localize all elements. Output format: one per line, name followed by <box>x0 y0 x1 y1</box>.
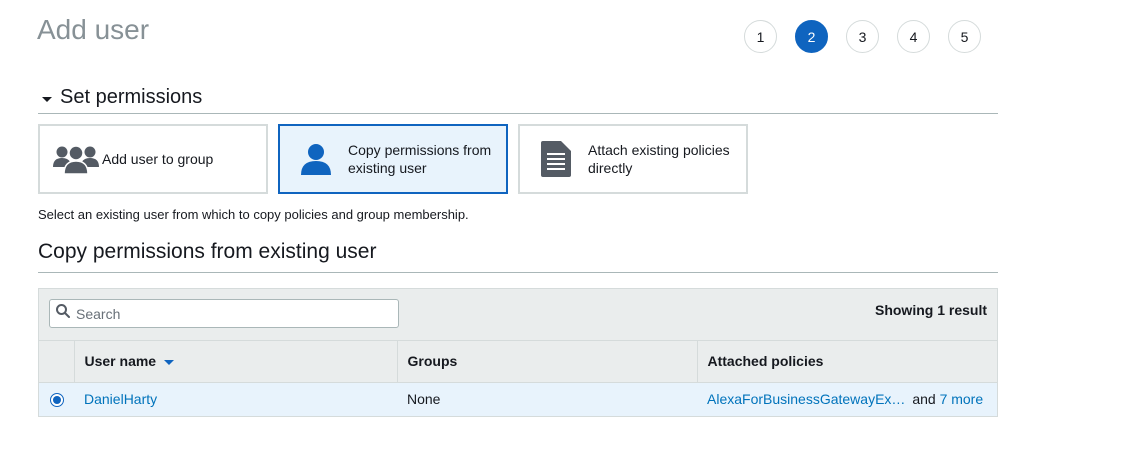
step-1[interactable]: 1 <box>744 20 777 53</box>
helper-text: Select an existing user from which to co… <box>38 207 469 222</box>
result-count: Showing 1 result <box>874 302 987 318</box>
user-name-cell: DanielHarty <box>74 382 397 416</box>
caret-down-icon[interactable] <box>42 97 52 102</box>
option-label: Copy permissions from existing user <box>348 142 492 176</box>
select-column-header <box>39 341 74 383</box>
step-5[interactable]: 5 <box>948 20 981 53</box>
add-user-to-group-option[interactable]: Add user to group <box>38 124 268 194</box>
users-grid: User name Groups Attached policies Danie… <box>39 341 997 416</box>
section-title: Set permissions <box>60 86 203 108</box>
step-4[interactable]: 4 <box>897 20 930 53</box>
permission-options: Add user to group Copy permissions from … <box>38 124 748 194</box>
wizard-steps: 1 2 3 4 5 <box>744 20 981 53</box>
copy-permissions-option[interactable]: Copy permissions from existing user <box>278 124 508 194</box>
and-text: and <box>912 391 936 407</box>
group-icon <box>52 139 100 179</box>
table-toolbar: Showing 1 result <box>39 289 997 341</box>
option-label: Attach existing policies directly <box>588 142 730 176</box>
page-title: Add user <box>37 14 150 45</box>
add-user-page: Add user 1 2 3 4 5 Set permissions Add u… <box>0 0 1145 463</box>
table-header-row: User name Groups Attached policies <box>39 341 997 383</box>
users-table: Showing 1 result User name Groups Attach… <box>38 288 998 417</box>
column-label: User name <box>84 353 157 370</box>
select-cell[interactable] <box>39 382 74 416</box>
document-icon <box>532 139 580 179</box>
set-permissions-header[interactable]: Set permissions <box>38 86 998 114</box>
search-icon <box>56 304 70 323</box>
option-label: Add user to group <box>102 151 214 167</box>
groups-cell: None <box>407 391 441 407</box>
user-name-link[interactable]: DanielHarty <box>84 391 157 407</box>
column-header-groups[interactable]: Groups <box>396 341 697 383</box>
row-radio-button[interactable] <box>49 393 64 408</box>
copy-permissions-header: Copy permissions from existing user <box>38 240 998 273</box>
search-box[interactable] <box>49 299 399 328</box>
step-3[interactable]: 3 <box>846 20 879 53</box>
table-row[interactable]: DanielHarty None AlexaForBusinessGateway… <box>39 382 997 416</box>
attached-policies-cell: AlexaForBusinessGatewayEx… and 7 more <box>697 382 997 416</box>
policy-link[interactable]: AlexaForBusinessGatewayEx… <box>707 391 905 407</box>
column-header-user-name[interactable]: User name <box>73 341 397 383</box>
sort-desc-icon[interactable] <box>164 360 175 366</box>
search-input[interactable] <box>74 304 378 323</box>
step-2[interactable]: 2 <box>795 20 828 53</box>
more-policies-link[interactable]: 7 more <box>940 391 984 407</box>
column-header-attached-policies[interactable]: Attached policies <box>696 341 997 383</box>
attach-policies-option[interactable]: Attach existing policies directly <box>518 124 748 194</box>
user-icon <box>292 139 340 179</box>
